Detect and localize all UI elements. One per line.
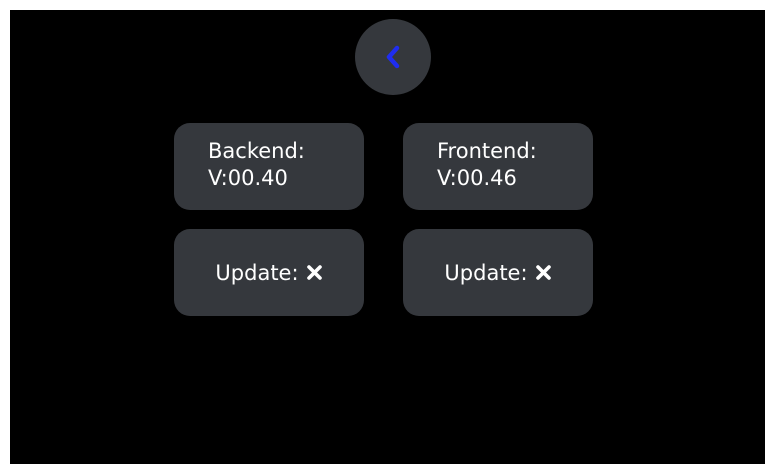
frontend-update-label: Update: xyxy=(444,260,528,285)
x-icon xyxy=(306,264,323,281)
frontend-update-button[interactable]: Update: xyxy=(403,229,593,316)
backend-version: V:00.40 xyxy=(208,166,288,190)
frontend-version-card: Frontend: V:00.46 xyxy=(403,123,593,210)
backend-update-label: Update: xyxy=(215,260,299,285)
chevron-left-icon xyxy=(386,45,400,69)
screen: Backend: V:00.40 Frontend: V:00.46 Updat… xyxy=(10,10,765,464)
frontend-title: Frontend: xyxy=(437,139,537,163)
backend-title: Backend: xyxy=(208,139,305,163)
backend-version-card: Backend: V:00.40 xyxy=(174,123,364,210)
backend-update-button[interactable]: Update: xyxy=(174,229,364,316)
x-icon xyxy=(535,264,552,281)
frontend-version: V:00.46 xyxy=(437,166,517,190)
back-button[interactable] xyxy=(355,19,431,95)
